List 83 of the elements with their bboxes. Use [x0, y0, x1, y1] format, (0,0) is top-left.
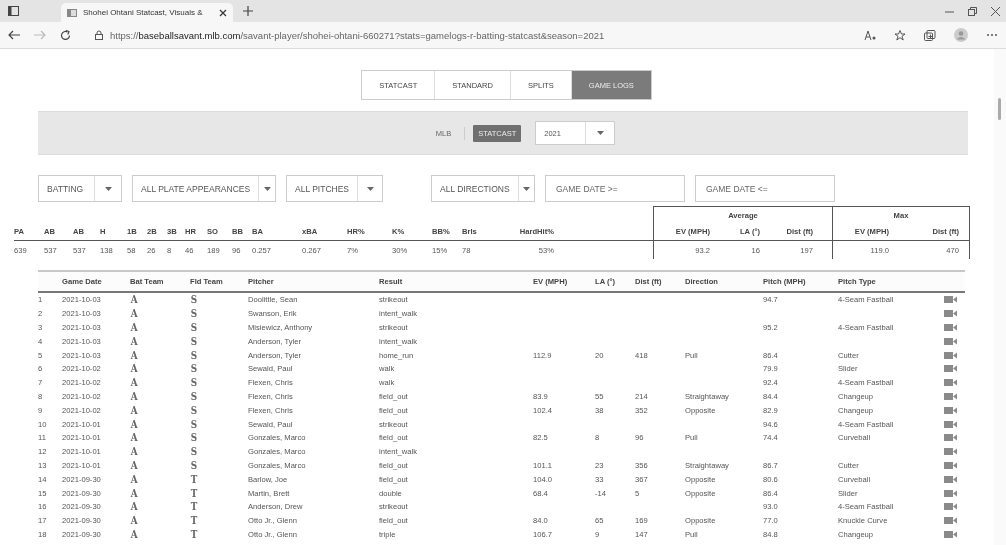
team-logo: A: [130, 404, 138, 416]
date-field[interactable]: GAME DATE <=: [695, 175, 835, 202]
team-logo: T: [190, 487, 198, 499]
team-logo: S: [190, 335, 198, 347]
reload-icon[interactable]: [60, 29, 71, 41]
filter-select[interactable]: ALL PITCHES: [286, 175, 383, 202]
tab-actions-icon[interactable]: [8, 6, 19, 16]
caret-icon: [366, 186, 374, 191]
page-icon: [67, 8, 77, 17]
team-logo: S: [190, 377, 198, 389]
team-logo: S: [190, 432, 198, 444]
team-logo: A: [130, 446, 138, 458]
video-icon[interactable]: [943, 503, 957, 511]
team-logo: T: [190, 501, 198, 513]
close-icon[interactable]: [991, 6, 1000, 16]
video-icon[interactable]: [943, 379, 957, 387]
team-logo: S: [190, 459, 198, 471]
more-icon[interactable]: [986, 33, 998, 37]
video-icon[interactable]: [943, 489, 957, 497]
team-logo: A: [130, 390, 138, 402]
video-icon[interactable]: [943, 324, 957, 331]
team-logo: T: [190, 528, 198, 540]
scrollbar-thumb[interactable]: [998, 98, 1001, 120]
video-icon[interactable]: [943, 517, 957, 525]
team-logo: S: [190, 322, 198, 333]
profile-icon[interactable]: [954, 28, 968, 42]
close-icon[interactable]: [219, 8, 227, 17]
video-icon[interactable]: [943, 434, 957, 442]
forward-icon[interactable]: [34, 30, 46, 40]
caret-icon: [104, 186, 112, 191]
video-icon[interactable]: [943, 296, 957, 304]
team-logo: A: [130, 418, 138, 430]
favorites-icon[interactable]: [894, 29, 906, 41]
video-icon[interactable]: [943, 337, 957, 345]
team-logo: A: [130, 473, 138, 485]
video-icon[interactable]: [943, 392, 957, 400]
team-logo: S: [190, 390, 198, 402]
team-logo: A: [130, 308, 138, 320]
browser-tab[interactable]: Shohei Ohtani Statcast, Visuals &: [61, 3, 233, 22]
restore-icon[interactable]: [968, 6, 977, 16]
team-logo: A: [130, 528, 138, 540]
team-logo: A: [130, 349, 138, 361]
team-logo: A: [130, 335, 138, 347]
video-icon[interactable]: [943, 530, 957, 538]
caret-icon: [522, 186, 530, 191]
team-logo: S: [190, 294, 198, 306]
team-logo: A: [130, 322, 138, 333]
caret-icon: [596, 131, 604, 135]
team-logo: T: [190, 515, 198, 527]
team-logo: A: [130, 487, 138, 499]
team-logo: A: [130, 294, 138, 306]
team-logo: S: [190, 349, 198, 361]
team-logo: S: [190, 446, 198, 458]
video-icon[interactable]: [943, 420, 957, 428]
video-icon[interactable]: [943, 448, 957, 456]
team-logo: A: [130, 515, 138, 527]
filter-select[interactable]: ALL DIRECTIONS: [431, 175, 535, 202]
filter-select[interactable]: BATTING: [38, 175, 122, 202]
team-logo: A: [130, 459, 138, 471]
filter-select[interactable]: ALL PLATE APPEARANCES: [132, 175, 276, 202]
team-logo: T: [190, 473, 198, 485]
caret-icon: [263, 186, 271, 191]
new-tab-icon[interactable]: [243, 6, 253, 16]
video-icon[interactable]: [943, 475, 957, 483]
back-icon[interactable]: [8, 30, 20, 40]
lock-icon: [95, 30, 103, 40]
team-logo: S: [190, 418, 198, 430]
video-icon[interactable]: [943, 461, 957, 469]
team-logo: A: [130, 363, 138, 375]
team-logo: A: [130, 501, 138, 513]
team-logo: A: [130, 432, 138, 444]
team-logo: S: [190, 308, 198, 320]
video-icon[interactable]: [943, 406, 957, 414]
date-field[interactable]: GAME DATE >=: [545, 175, 685, 202]
video-icon[interactable]: [943, 351, 957, 359]
read-aloud-icon[interactable]: [864, 29, 876, 41]
collections-icon[interactable]: [924, 29, 936, 41]
video-icon[interactable]: [943, 310, 957, 318]
tab-title: Shohei Ohtani Statcast, Visuals &: [83, 8, 204, 17]
team-logo: A: [130, 377, 138, 389]
video-icon[interactable]: [943, 365, 957, 373]
team-logo: S: [190, 404, 198, 416]
team-logo: S: [190, 363, 198, 375]
